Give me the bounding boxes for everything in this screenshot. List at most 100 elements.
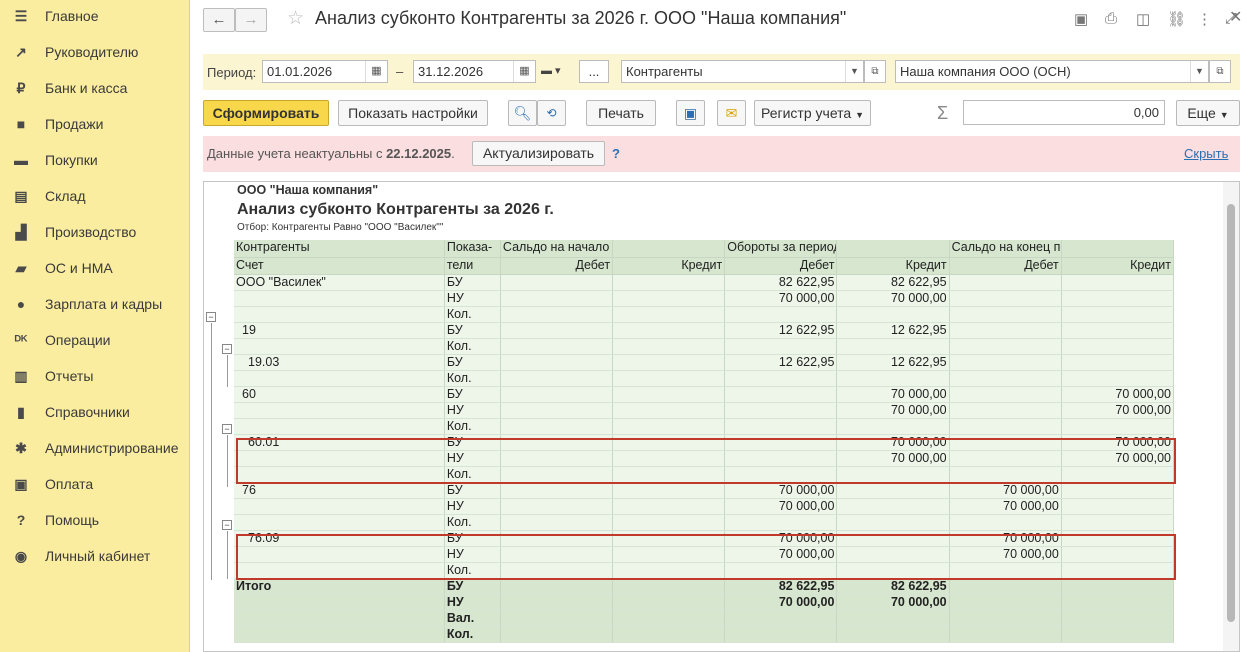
table-row: 19.03 БУ 12 622,95 12 622,95 xyxy=(234,354,1175,371)
table-cell: 70 000,00 xyxy=(724,290,838,307)
search-button[interactable]: 🔍︎ xyxy=(508,100,537,126)
table-cell: 12 622,95 xyxy=(724,322,838,339)
table-cell xyxy=(500,402,614,419)
calendar-icon[interactable]: ▦ xyxy=(365,61,387,82)
table-cell xyxy=(836,514,950,531)
search-clear-button[interactable]: ⟲ xyxy=(537,100,566,126)
sidebar-item[interactable]: ● Зарплата и кадры xyxy=(0,288,190,320)
subconto-select[interactable]: Контрагенты ▼ xyxy=(621,60,864,83)
email-button[interactable]: ✉ xyxy=(717,100,746,126)
actualize-button[interactable]: Актуализировать xyxy=(472,141,605,166)
date-to-field[interactable]: 31.12.2026 ▦ xyxy=(413,60,536,83)
table-cell: 70 000,00 xyxy=(836,290,950,307)
table-cell xyxy=(724,306,838,323)
sidebar-item-label: Операции xyxy=(45,332,111,348)
question-icon: ? xyxy=(16,512,26,528)
collapse-toggle[interactable]: − xyxy=(206,312,216,322)
menu-icon: ☰ xyxy=(14,7,28,24)
sidebar-item[interactable]: ■ Продажи xyxy=(0,108,190,140)
help-icon[interactable]: ? xyxy=(612,146,620,161)
sidebar-item[interactable]: ▤ Склад xyxy=(0,180,190,212)
table-row: 60 БУ 70 000,00 70 000,00 xyxy=(234,386,1175,403)
sidebar-item-label: Справочники xyxy=(45,404,130,420)
notice-text-main: Данные учета неактуальны с xyxy=(207,146,387,161)
table-cell: 70 000,00 xyxy=(836,594,950,611)
table-cell xyxy=(949,514,1062,531)
sidebar-item[interactable]: ▰ ОС и НМА xyxy=(0,252,190,284)
table-cell: Кол. xyxy=(444,306,501,323)
more-vert-icon[interactable]: ⋮ xyxy=(1197,10,1212,28)
date-to-value: 31.12.2026 xyxy=(418,64,484,79)
collapse-toggle[interactable]: − xyxy=(222,520,232,530)
table-cell xyxy=(724,338,838,355)
save-button[interactable]: ▣ xyxy=(676,100,705,126)
sidebar-item-label: Администрирование xyxy=(45,440,179,456)
table-cell xyxy=(949,418,1062,435)
cart-icon: ▬ xyxy=(14,152,28,168)
sidebar-item[interactable]: ✱ Администрирование xyxy=(0,432,190,464)
table-row: НУ 70 000,00 70 000,00 xyxy=(234,594,1175,611)
chevron-down-icon[interactable]: ▼ xyxy=(1190,61,1208,82)
open-icon[interactable]: ⧉ xyxy=(1209,60,1231,83)
scrollbar-thumb[interactable] xyxy=(1227,204,1235,622)
back-button[interactable]: ← xyxy=(203,8,235,32)
table-cell xyxy=(1061,338,1175,355)
table-cell: 70 000,00 xyxy=(724,482,838,499)
table-cell xyxy=(612,322,726,339)
sidebar-item[interactable]: ↗ Руководителю xyxy=(0,36,190,68)
print-icon[interactable]: ⎙ xyxy=(1105,10,1117,27)
search-doc-icon[interactable]: ◫ xyxy=(1136,10,1150,28)
calendar-icon[interactable]: ▦ xyxy=(513,61,535,82)
chevron-down-icon[interactable]: ▼ xyxy=(845,61,863,82)
period-type-icon[interactable]: ▬ ▾ xyxy=(541,64,561,77)
sidebar-item[interactable]: ▮ Справочники xyxy=(0,396,190,428)
org-select[interactable]: Наша компания ООО (ОСН) ▼ xyxy=(895,60,1209,83)
table-cell xyxy=(500,354,614,371)
sidebar-item[interactable]: ▬ Покупки xyxy=(0,144,190,176)
show-settings-button[interactable]: Показать настройки xyxy=(338,100,488,126)
sidebar-item[interactable]: ▥ Отчеты xyxy=(0,360,190,392)
table-cell: 70 000,00 xyxy=(949,482,1062,499)
collapse-toggle[interactable]: − xyxy=(222,424,232,434)
table-row: Счет тели Дебет Кредит Дебет Кредит Дебет Креди… xyxy=(234,257,1175,275)
table-cell: БУ xyxy=(444,322,501,339)
table-cell xyxy=(1061,514,1175,531)
sidebar-item[interactable]: ▟ Производство xyxy=(0,216,190,248)
table-cell xyxy=(1061,578,1175,595)
hide-link[interactable]: Скрыть xyxy=(1184,146,1228,161)
table-cell: Сальдо на начало периода xyxy=(500,240,614,258)
table-cell: Кредит xyxy=(1061,257,1175,275)
sidebar-item[interactable]: ? Помощь xyxy=(0,504,190,536)
sidebar-item[interactable]: ▣ Оплата xyxy=(0,468,190,500)
truck-icon: ▰ xyxy=(15,259,27,276)
table-cell: ООО "Василек" xyxy=(234,274,445,291)
sidebar-item[interactable]: ◉ Личный кабинет xyxy=(0,540,190,572)
table-cell xyxy=(500,578,614,595)
table-row: Кол. xyxy=(234,370,1175,387)
form-button[interactable]: Сформировать xyxy=(203,100,329,126)
table-cell xyxy=(1061,610,1175,627)
more-button[interactable]: Еще ▼ xyxy=(1176,100,1240,126)
date-from-field[interactable]: 01.01.2026 ▦ xyxy=(262,60,388,83)
select-period-button[interactable]: ... xyxy=(579,60,609,83)
print-button[interactable]: Печать xyxy=(586,100,656,126)
sidebar-item[interactable]: ᴰᴷ Операции xyxy=(0,324,190,356)
close-icon[interactable]: ✕ xyxy=(1229,7,1242,27)
table-cell xyxy=(836,418,950,435)
sidebar-item[interactable]: ☰ Главное xyxy=(0,0,190,32)
star-icon[interactable]: ☆ xyxy=(287,7,304,30)
bag-icon: ■ xyxy=(16,116,26,132)
table-cell: Кол. xyxy=(444,370,501,387)
register-button[interactable]: Регистр учета ▼ xyxy=(754,100,871,126)
table-cell xyxy=(612,402,726,419)
collapse-toggle[interactable]: − xyxy=(222,344,232,354)
save-icon[interactable]: ▣ xyxy=(1074,10,1088,28)
sidebar-item-label: Продажи xyxy=(45,116,104,132)
forward-button[interactable]: → xyxy=(235,8,267,32)
sum-field[interactable]: 0,00 xyxy=(963,100,1165,125)
open-icon[interactable]: ⧉ xyxy=(864,60,886,83)
link-icon[interactable]: ⛓ xyxy=(1167,10,1186,28)
scrollbar[interactable] xyxy=(1223,182,1239,651)
sidebar-item[interactable]: ₽ Банк и касса xyxy=(0,72,190,104)
table-cell: Сальдо на конец периода xyxy=(949,240,1062,258)
